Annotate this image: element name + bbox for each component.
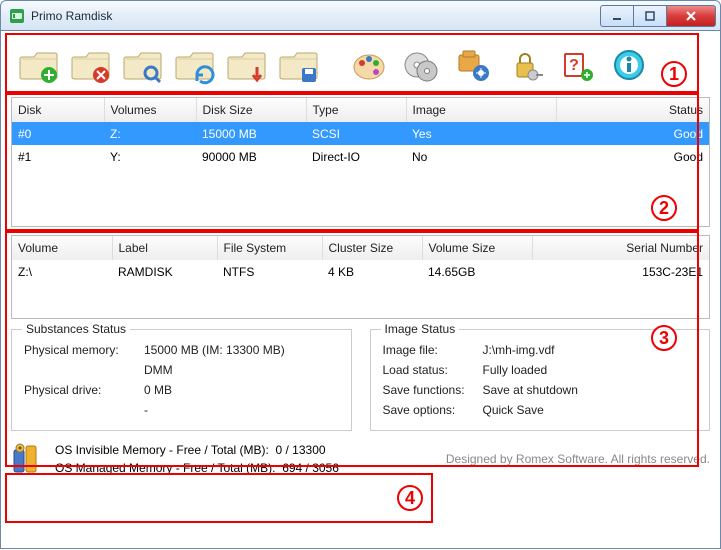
footer: OS Invisible Memory - Free / Total (MB):… <box>11 441 710 477</box>
table-cell: SCSI <box>306 122 406 145</box>
phys-drive-label: Physical drive: <box>24 383 144 397</box>
palette-button[interactable] <box>349 45 389 85</box>
image-file-value: J:\mh-img.vdf <box>483 343 555 357</box>
overlay-box-4 <box>5 473 433 523</box>
maximize-button[interactable] <box>634 5 667 27</box>
table-cell: RAMDISK <box>112 260 217 283</box>
table-row[interactable]: Z:\RAMDISKNTFS4 KB14.65GB153C-23E1 <box>12 260 709 283</box>
load-status-value: Fully loaded <box>483 363 548 377</box>
substances-title: Substances Status <box>22 322 130 336</box>
delete-disk-button[interactable] <box>71 45 111 85</box>
managed-mem-value: 694 / 3056 <box>282 461 339 475</box>
column-header[interactable]: Label <box>112 236 217 260</box>
settings-button[interactable] <box>453 45 493 85</box>
column-header[interactable]: Volume <box>12 236 112 260</box>
status-groups: Substances Status Physical memory:15000 … <box>11 329 710 431</box>
phys-mem-extra: DMM <box>144 363 173 377</box>
table-cell: Good <box>556 145 709 168</box>
toolbar: ? <box>11 37 710 93</box>
table-row[interactable]: #1Y:90000 MBDirect-IONoGood <box>12 145 709 168</box>
save-opt-label: Save options: <box>383 403 483 417</box>
save-fn-value: Save at shutdown <box>483 383 578 397</box>
table-cell: Z:\ <box>12 260 112 283</box>
import-disk-button[interactable] <box>227 45 267 85</box>
memory-icon <box>11 442 45 476</box>
client-area: ? DiskVolumesDisk SizeTypeImageStatus #0… <box>0 31 721 549</box>
table-cell: 15000 MB <box>196 122 306 145</box>
disk-table: DiskVolumesDisk SizeTypeImageStatus #0Z:… <box>11 97 710 227</box>
table-cell: 14.65GB <box>422 260 532 283</box>
column-header[interactable]: Disk Size <box>196 98 306 122</box>
column-header[interactable]: Image <box>406 98 556 122</box>
save-disk-button[interactable] <box>279 45 319 85</box>
new-disk-button[interactable] <box>19 45 59 85</box>
search-disk-button[interactable] <box>123 45 163 85</box>
window-title: Primo Ramdisk <box>31 9 112 23</box>
table-cell: Good <box>556 122 709 145</box>
table-cell: Z: <box>104 122 196 145</box>
invisible-mem-label: OS Invisible Memory - Free / Total (MB): <box>55 443 269 457</box>
table-cell: No <box>406 145 556 168</box>
table-row[interactable]: #0Z:15000 MBSCSIYesGood <box>12 122 709 145</box>
table-cell: Yes <box>406 122 556 145</box>
column-header[interactable]: Status <box>556 98 709 122</box>
image-file-label: Image file: <box>383 343 483 357</box>
overlay-num-4: 4 <box>397 485 423 511</box>
managed-mem-label: OS Managed Memory - Free / Total (MB): <box>55 461 276 475</box>
table-cell: Direct-IO <box>306 145 406 168</box>
column-header[interactable]: Volume Size <box>422 236 532 260</box>
phys-drive-value: 0 MB <box>144 383 172 397</box>
app-icon <box>9 8 25 24</box>
table-cell: 90000 MB <box>196 145 306 168</box>
phys-drive-extra: - <box>144 403 148 417</box>
refresh-disk-button[interactable] <box>175 45 215 85</box>
invisible-mem-value: 0 / 13300 <box>276 443 326 457</box>
column-header[interactable]: Serial Number <box>532 236 709 260</box>
security-button[interactable] <box>505 45 545 85</box>
substances-status-group: Substances Status Physical memory:15000 … <box>11 329 352 431</box>
table-cell: #0 <box>12 122 104 145</box>
table-cell: NTFS <box>217 260 322 283</box>
phys-mem-label: Physical memory: <box>24 343 144 357</box>
table-cell: 4 KB <box>322 260 422 283</box>
help-button[interactable]: ? <box>557 45 597 85</box>
column-header[interactable]: Disk <box>12 98 104 122</box>
column-header[interactable]: Type <box>306 98 406 122</box>
svg-text:?: ? <box>569 57 579 74</box>
save-opt-value: Quick Save <box>483 403 544 417</box>
load-status-label: Load status: <box>383 363 483 377</box>
image-status-title: Image Status <box>381 322 460 336</box>
designed-by: Designed by Romex Software. All rights r… <box>446 452 710 466</box>
window-buttons <box>600 5 716 27</box>
save-fn-label: Save functions: <box>383 383 483 397</box>
image-status-group: Image Status Image file:J:\mh-img.vdf Lo… <box>370 329 711 431</box>
column-header[interactable]: File System <box>217 236 322 260</box>
volume-table: VolumeLabelFile SystemCluster SizeVolume… <box>11 235 710 319</box>
disc-button[interactable] <box>401 45 441 85</box>
about-button[interactable] <box>609 45 649 85</box>
minimize-button[interactable] <box>600 5 634 27</box>
column-header[interactable]: Cluster Size <box>322 236 422 260</box>
title-bar: Primo Ramdisk <box>0 0 721 31</box>
table-cell: #1 <box>12 145 104 168</box>
table-cell: 153C-23E1 <box>532 260 709 283</box>
table-cell: Y: <box>104 145 196 168</box>
column-header[interactable]: Volumes <box>104 98 196 122</box>
phys-mem-value: 15000 MB (IM: 13300 MB) <box>144 343 285 357</box>
close-button[interactable] <box>667 5 716 27</box>
